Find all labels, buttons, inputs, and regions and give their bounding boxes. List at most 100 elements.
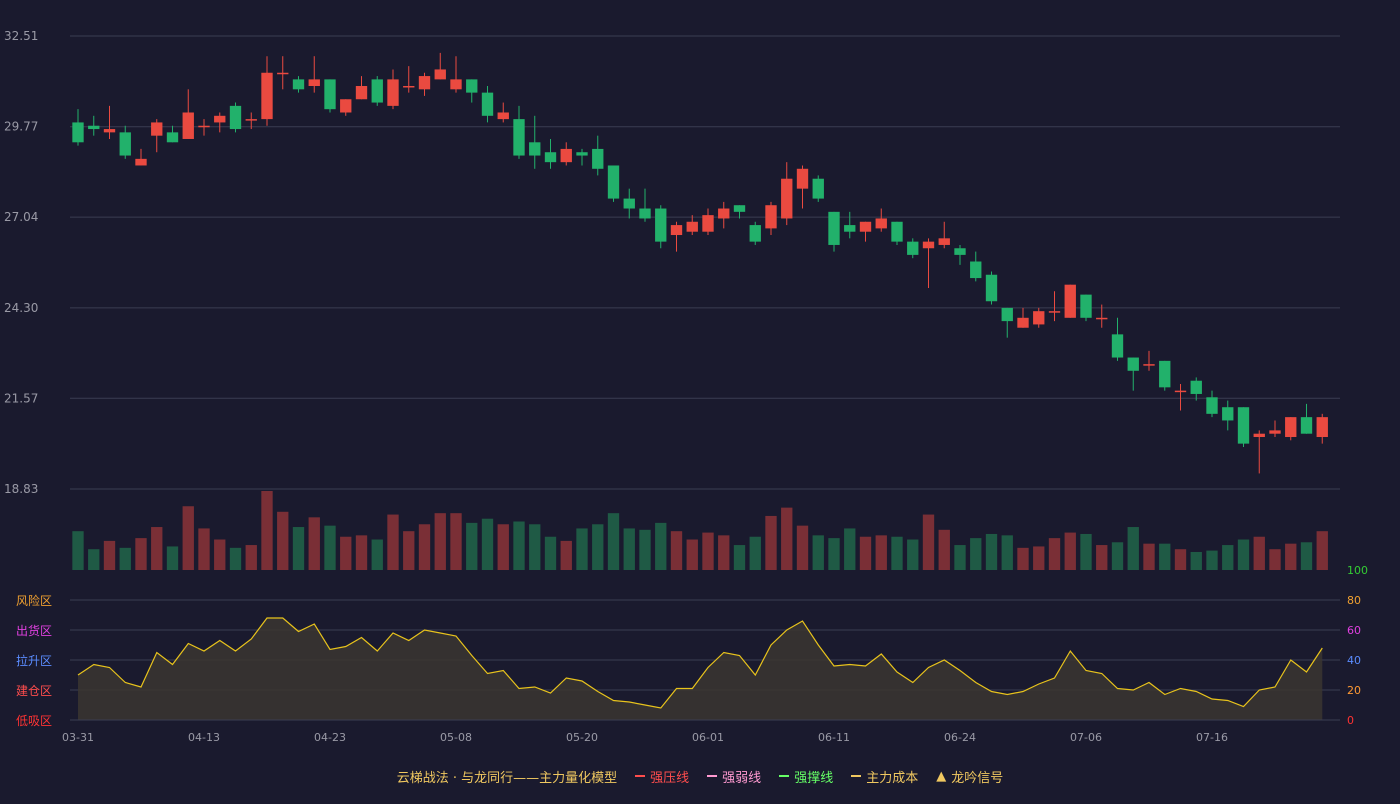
candle [1127,357,1139,391]
volume-bar [733,545,746,570]
candle-body [954,248,966,255]
volume-bar [371,539,383,570]
candle-body [119,132,131,156]
candle [702,208,714,236]
volume-bar [466,522,478,570]
volume-bar [1064,532,1076,570]
volume-bar [292,527,305,570]
candle-body [844,225,856,232]
candle [607,165,620,202]
indicator-zone-label: 出货区 [16,623,52,638]
candle [1316,413,1328,444]
candle-body [1285,417,1297,438]
legend-item-main-cost[interactable]: 主力成本 [851,767,918,786]
candle [277,56,289,90]
volume-bar [1080,533,1092,570]
candle [135,148,147,166]
legend-item-support[interactable]: 强撑线 [779,767,833,786]
candle [182,89,194,139]
candle-body [576,152,588,156]
candle [355,76,368,100]
candle [733,205,746,219]
candle [1048,291,1061,322]
candle [592,135,604,176]
volume-bar [88,549,100,570]
volume-bar [686,539,698,570]
candle-body [702,215,714,232]
volume-bar [529,524,541,570]
candles [72,52,1328,474]
candle [560,142,572,166]
candle-body [1127,357,1139,371]
volume-bar [1174,549,1187,570]
volume-bar [1127,527,1139,570]
indicator-panel: 100 80 60 40 20 0 风险区出货区拉升区建仓区低吸区 [16,564,1368,728]
volume-bar [1033,546,1045,570]
volume-bars [72,491,1328,570]
candle-body [733,205,746,212]
candle-body [812,178,824,199]
chart-container: 32.51 29.77 27.04 24.30 21.57 18.83 100 80 60 40 2… [0,0,1400,800]
candle [292,76,305,93]
legend-item-strength[interactable]: 强弱线 [707,767,761,786]
volume-bar [1285,543,1297,570]
volume-bar [655,522,667,570]
candle-body [371,79,383,103]
volume-bar [418,524,431,570]
candle-body [166,132,179,143]
volume-bar [1048,538,1061,570]
volume-bar [781,507,793,570]
volume-bar [560,540,572,570]
candle [198,119,210,136]
candle-body [922,241,935,249]
indicator-tick-label: 80 [1347,594,1361,607]
solid-line-icon [635,775,646,777]
volume-bar [749,536,761,570]
candle-body [434,69,446,80]
candle [308,56,320,93]
candle [970,251,982,282]
candle [670,221,683,252]
candle-body [229,105,242,130]
candle [1285,417,1297,441]
candle-body [985,274,998,302]
candle [623,188,635,219]
date-tick-label: 06-24 [944,731,976,744]
candle [88,115,100,136]
candle-body [1316,417,1328,438]
volume-bar [324,525,336,570]
candle [655,205,667,249]
price-tick-label: 29.77 [4,120,38,134]
volume-bar [72,531,84,570]
candle [151,119,163,153]
volume-bar [1159,543,1171,570]
date-tick-label: 03-31 [62,731,94,744]
candle-body [655,208,667,242]
candle-body [781,178,793,219]
candle-body [403,86,415,88]
legend-item-resistance[interactable]: 强压线 [635,767,689,786]
chart-legend: 云梯战法 · 与龙同行——主力量化模型 强压线 强弱线 强撑线 主力成本 ▲ 龙… [0,764,1400,788]
candle-body [670,225,683,236]
indicator-zone-label: 低吸区 [16,714,52,728]
candle-body [1159,360,1171,388]
candle [261,56,273,126]
candle [1222,400,1234,431]
candle [985,271,998,305]
legend-item-signal[interactable]: ▲ 龙吟信号 [936,767,1003,786]
candle-body [907,241,919,255]
price-tick-label: 18.83 [4,482,38,496]
candle-body [1096,317,1108,320]
candle [371,76,383,106]
candle-body [529,142,541,156]
triangle-icon: ▲ [936,768,947,784]
price-tick-label: 24.30 [4,301,38,315]
candle-body [970,261,982,279]
candle [497,102,509,123]
candle [639,188,651,222]
candle-body [828,211,840,245]
volume-bar [859,536,872,570]
volume-bar [355,535,368,570]
volume-bar [607,513,620,570]
volume-bar [1096,545,1108,570]
